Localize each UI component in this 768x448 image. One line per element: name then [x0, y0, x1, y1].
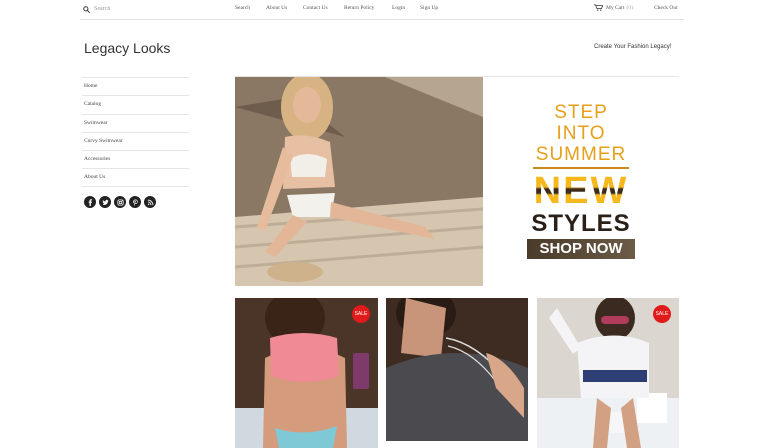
topnav-search-link[interactable]: Search: [235, 5, 250, 11]
product-image: [386, 298, 528, 441]
sidebar-item-about-us[interactable]: About Us: [82, 168, 189, 187]
rss-icon[interactable]: [144, 196, 156, 208]
promo-line-new: NEW: [527, 171, 635, 211]
product-card[interactable]: SALE: [235, 298, 378, 448]
hero-model-photo: [235, 77, 483, 286]
cart-icon: [594, 4, 603, 11]
social-links: [84, 196, 156, 208]
sidebar-item-curvy-swimwear[interactable]: Curvy Swimwear: [82, 131, 189, 150]
promo-line-step-into: STEP INTO: [554, 102, 608, 144]
promo-line-summer: SUMMER: [535, 144, 627, 165]
shop-now-button[interactable]: SHOP NOW: [527, 239, 635, 259]
twitter-icon[interactable]: [99, 196, 111, 208]
product-card[interactable]: SALE: [537, 298, 679, 448]
topnav-about-link[interactable]: About Us: [266, 5, 287, 11]
promo-banner[interactable]: STEP INTO SUMMER NEW STYLES SHOP NOW: [483, 77, 679, 286]
cart-link[interactable]: My Cart (0): [594, 4, 633, 11]
site-logo[interactable]: Legacy Looks: [84, 40, 170, 56]
promo-line-styles: STYLES: [531, 210, 631, 237]
search-box[interactable]: [83, 3, 194, 15]
checkout-link[interactable]: Check Out: [654, 5, 678, 11]
sale-badge: SALE: [653, 305, 671, 323]
search-icon: [83, 5, 90, 13]
topnav-signup-link[interactable]: Sign Up: [420, 5, 438, 11]
facebook-icon[interactable]: [84, 196, 96, 208]
sidebar-item-swimwear[interactable]: Swimwear: [82, 113, 189, 132]
sidebar-item-accessories[interactable]: Accessories: [82, 150, 189, 168]
search-input[interactable]: [90, 6, 194, 12]
site-tagline: Create Your Fashion Legacy!: [594, 44, 672, 50]
sidebar-item-catalog[interactable]: Catalog: [82, 95, 189, 113]
sidebar-nav: Home Catalog Swimwear Curvy Swimwear Acc…: [82, 77, 189, 187]
pinterest-icon[interactable]: [129, 196, 141, 208]
product-card[interactable]: [386, 298, 528, 441]
cart-label: My Cart: [606, 4, 625, 11]
promo-divider: [533, 167, 629, 169]
topnav-login-link[interactable]: Login: [392, 5, 405, 11]
top-bar: Search About Us Contact Us Return Policy…: [80, 0, 684, 20]
topnav-return-policy-link[interactable]: Return Policy: [344, 5, 374, 11]
hero-banner-image[interactable]: [235, 77, 483, 286]
cart-count: (0): [626, 4, 633, 11]
sale-badge: SALE: [352, 305, 370, 323]
promo-text-block: STEP INTO SUMMER NEW STYLES SHOP NOW: [527, 102, 635, 259]
topnav-contact-link[interactable]: Contact Us: [303, 5, 328, 11]
instagram-icon[interactable]: [114, 196, 126, 208]
sidebar-item-home[interactable]: Home: [82, 77, 189, 95]
